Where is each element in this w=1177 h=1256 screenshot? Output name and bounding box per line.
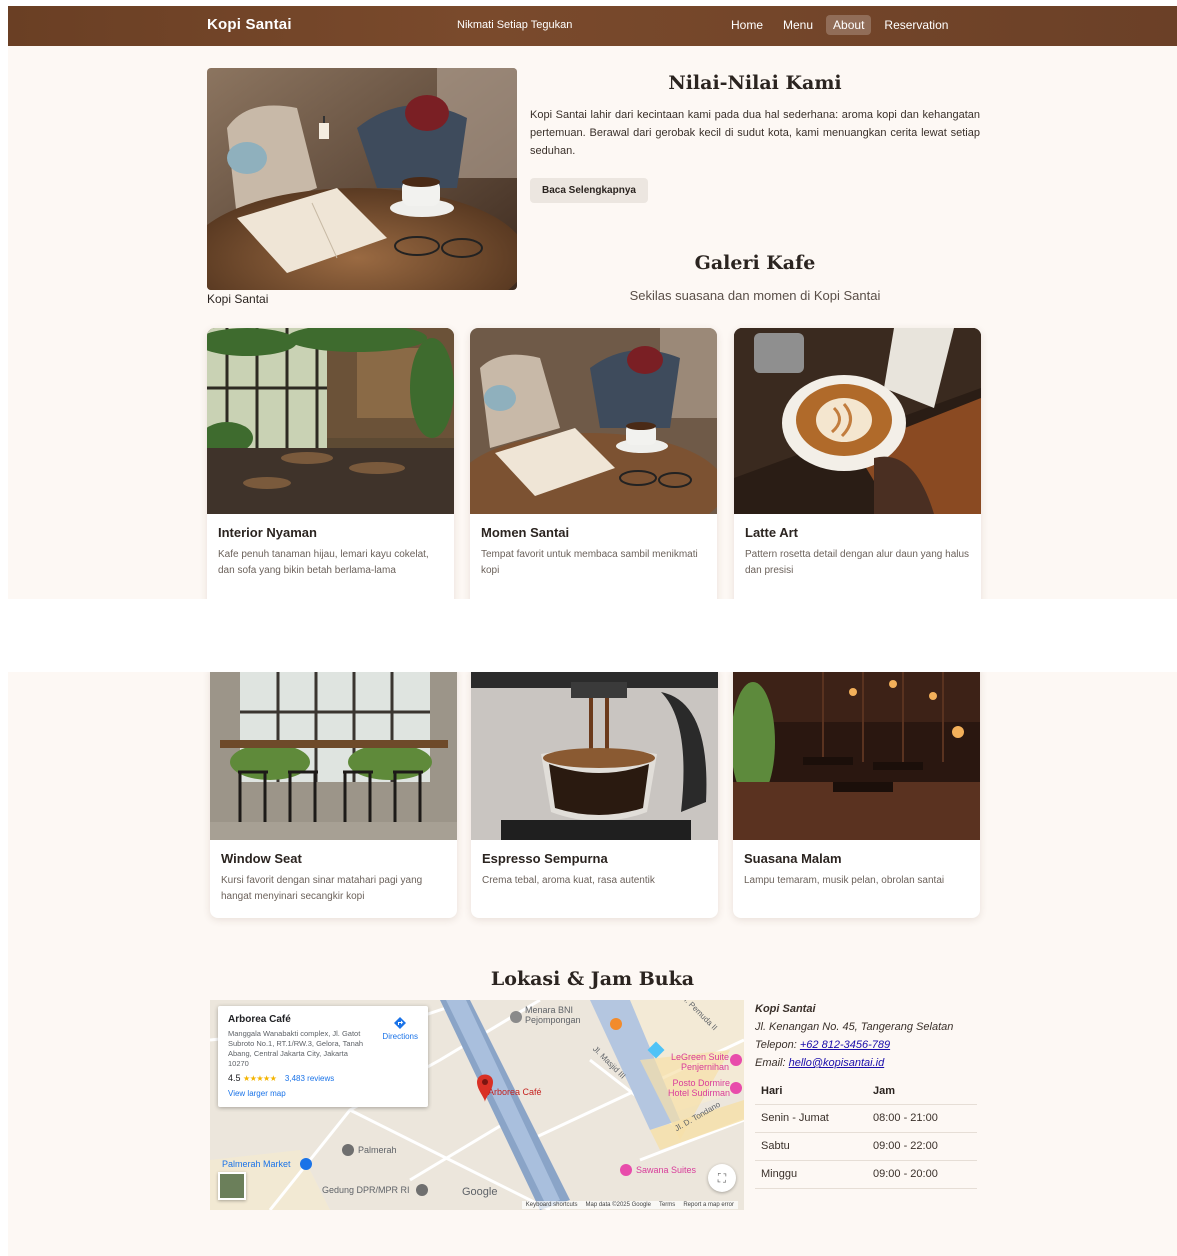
hours-header-day: Hari [755, 1078, 867, 1105]
email-label: Email: [755, 1057, 786, 1069]
gallery-subtitle: Sekilas suasana dan momen di Kopi Santai [629, 288, 881, 303]
contact-email-row: Email: hello@kopisantai.id [755, 1054, 953, 1072]
hours-header-time: Jam [867, 1078, 977, 1105]
about-title: Nilai-Nilai Kami [668, 72, 842, 94]
map-label-bni: Menara BNI Pejompongan [525, 1005, 581, 1025]
directions-label: Directions [382, 1032, 418, 1041]
nav-link-home[interactable]: Home [724, 15, 770, 35]
card-image-espresso [471, 672, 718, 840]
card-title: Suasana Malam [744, 851, 842, 866]
location-title: Lokasi & Jam Buka [490, 968, 695, 990]
page-top-section: Kopi Santai Nikmati Setiap Tegukan Home … [8, 6, 1177, 599]
map-footer-report[interactable]: Report a map error [683, 1202, 734, 1208]
about-image [207, 68, 517, 290]
map-label-palmerah-market: Palmerah Market [222, 1159, 291, 1169]
card-title: Interior Nyaman [218, 525, 317, 540]
satellite-toggle[interactable] [218, 1172, 246, 1200]
opening-hours-table: Hari Jam Senin - Jumat 08:00 - 21:00 Sab… [755, 1078, 977, 1189]
hours-time: 09:00 - 20:00 [867, 1160, 977, 1189]
map-label-dpr: Gedung DPR/MPR RI [322, 1185, 410, 1195]
map-label-arborea[interactable]: Arborea Café [488, 1087, 542, 1097]
gallery-card-interior[interactable]: Interior Nyaman Kafe penuh tanaman hijau… [207, 328, 454, 599]
nav-tagline: Nikmati Setiap Tegukan [457, 19, 573, 31]
map-footer-shortcuts[interactable]: Keyboard shortcuts [526, 1202, 578, 1208]
map-footer-terms[interactable]: Terms [659, 1202, 675, 1208]
directions-button[interactable]: Directions [382, 1016, 418, 1041]
nav-link-reservation[interactable]: Reservation [877, 15, 955, 35]
email-link[interactable]: hello@kopisantai.id [789, 1057, 885, 1069]
about-text: Kopi Santai lahir dari kecintaan kami pa… [530, 109, 980, 157]
hours-header-row: Hari Jam [755, 1078, 977, 1105]
table-row: Minggu 09:00 - 20:00 [755, 1160, 977, 1189]
read-more-button[interactable]: Baca Selengkapnya [530, 178, 648, 203]
map-footer: Keyboard shortcuts Map data ©2025 Google… [521, 1201, 738, 1209]
contact-address: Jl. Kenangan No. 45, Tangerang Selatan [755, 1021, 954, 1033]
map-place-card: Arborea Café Manggala Wanabakti complex,… [218, 1006, 428, 1107]
card-title: Window Seat [221, 851, 302, 866]
contact-phone-row: Telepon: +62 812-3456-789 [755, 1036, 953, 1054]
map-label-legreen: LeGreen Suite Penjernihan [670, 1052, 729, 1072]
view-larger-map-link[interactable]: View larger map [228, 1089, 418, 1098]
contact-info: Kopi Santai Jl. Kenangan No. 45, Tangera… [755, 1000, 953, 1072]
gallery-card-malam[interactable]: Suasana Malam Lampu temaram, musik pelan… [733, 672, 980, 918]
fullscreen-icon[interactable]: ⛶ [708, 1164, 736, 1192]
card-image-momen [470, 328, 717, 514]
navbar: Kopi Santai Nikmati Setiap Tegukan Home … [8, 6, 1177, 46]
table-row: Sabtu 09:00 - 22:00 [755, 1132, 977, 1161]
card-title: Momen Santai [481, 525, 570, 540]
card-desc: Kafe penuh tanaman hijau, lemari kayu co… [218, 549, 429, 576]
phone-link[interactable]: +62 812-3456-789 [800, 1039, 890, 1051]
about-image-caption: Kopi Santai [207, 292, 269, 306]
phone-label: Telepon: [755, 1039, 797, 1051]
map-reviews-link[interactable]: 3,483 reviews [285, 1074, 334, 1083]
card-title: Latte Art [745, 525, 798, 540]
card-image-window [210, 672, 457, 840]
card-desc: Kursi favorit dengan sinar matahari pagi… [221, 875, 423, 902]
card-title: Espresso Sempurna [482, 851, 608, 866]
contact-name: Kopi Santai [755, 1003, 816, 1015]
gallery-card-espresso[interactable]: Espresso Sempurna Crema tebal, aroma kua… [471, 672, 718, 918]
map-rating-value: 4.5 [228, 1073, 241, 1083]
google-logo: Google [462, 1186, 498, 1198]
map-embed[interactable]: Arborea Café Manggala Wanabakti complex,… [210, 1000, 744, 1210]
directions-icon [394, 1017, 407, 1029]
table-row: Senin - Jumat 08:00 - 21:00 [755, 1104, 977, 1133]
gallery-title: Galeri Kafe [694, 252, 816, 274]
map-label-posto: Posto Dormire Hotel Sudirman [667, 1078, 730, 1098]
hours-time: 08:00 - 21:00 [867, 1104, 977, 1133]
card-image-latte [734, 328, 981, 514]
gallery-card-latte[interactable]: Latte Art Pattern rosetta detail dengan … [734, 328, 981, 599]
gallery-card-window[interactable]: Window Seat Kursi favorit dengan sinar m… [210, 672, 457, 918]
nav-link-about[interactable]: About [826, 15, 872, 35]
card-desc: Crema tebal, aroma kuat, rasa autentik [482, 875, 655, 886]
nav-link-menu[interactable]: Menu [776, 15, 820, 35]
hours-day: Sabtu [755, 1132, 867, 1161]
nav-links: Home Menu About Reservation [724, 15, 955, 35]
card-image-interior [207, 328, 454, 514]
card-desc: Lampu temaram, musik pelan, obrolan sant… [744, 875, 945, 886]
brand-logo[interactable]: Kopi Santai [207, 16, 292, 33]
map-footer-data: Map data ©2025 Google [585, 1202, 651, 1208]
hours-day: Senin - Jumat [755, 1104, 867, 1133]
gallery-card-momen[interactable]: Momen Santai Tempat favorit untuk membac… [470, 328, 717, 599]
map-place-address: Manggala Wanabakti complex, Jl. Gatot Su… [228, 1029, 364, 1068]
map-rating: 4.5 ★★★★★ 3,483 reviews [228, 1073, 418, 1083]
page-bottom-section: Window Seat Kursi favorit dengan sinar m… [8, 672, 1177, 1256]
map-label-sawana: Sawana Suites [636, 1165, 697, 1175]
card-desc: Pattern rosetta detail dengan alur daun … [745, 549, 970, 576]
map-label-palmerah: Palmerah [358, 1145, 397, 1155]
star-icon: ★★★★★ [243, 1074, 277, 1083]
hours-day: Minggu [755, 1160, 867, 1189]
hours-time: 09:00 - 22:00 [867, 1132, 977, 1161]
card-desc: Tempat favorit untuk membaca sambil meni… [481, 549, 698, 576]
card-image-malam [733, 672, 980, 840]
